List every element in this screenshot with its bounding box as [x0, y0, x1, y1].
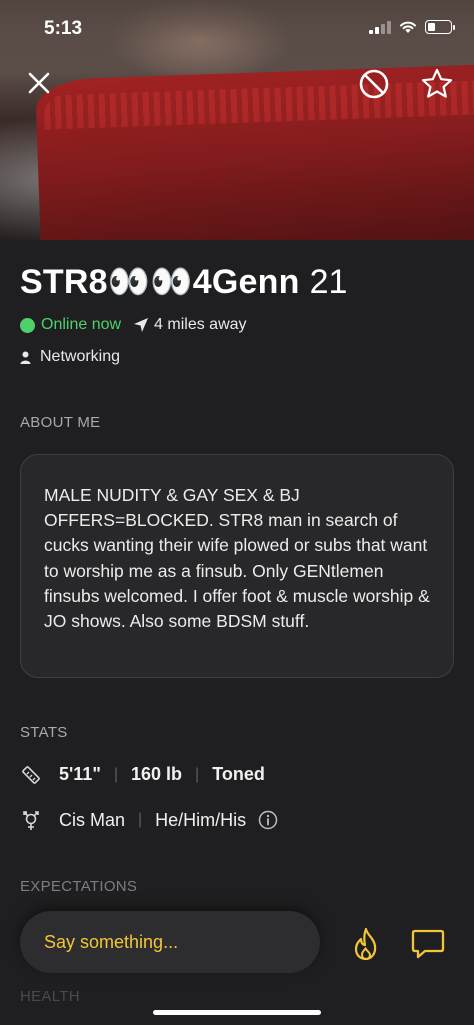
identity-stats-row: Cis Man | He/Him/His [20, 809, 278, 831]
health-heading: HEALTH [20, 988, 80, 1005]
online-indicator [20, 317, 35, 333]
expectations-heading: EXPECTATIONS [20, 878, 138, 895]
star-icon [421, 68, 453, 98]
flame-icon [354, 927, 377, 961]
signal-icon [369, 20, 391, 34]
favorite-button[interactable] [419, 66, 455, 102]
status-icons [369, 20, 455, 34]
height-value: 5'11" [59, 764, 101, 784]
display-name: STR8👀👀4Genn [20, 263, 300, 301]
home-indicator [153, 1010, 321, 1015]
ruler-icon [20, 765, 42, 785]
body-stats-row: 5'11" | 160 lb | Toned [20, 764, 265, 785]
location-arrow-icon [133, 317, 149, 333]
close-icon [28, 72, 50, 94]
distance: 4 miles away [154, 316, 247, 333]
chat-icon [411, 929, 445, 959]
profile-header: STR8👀👀4Genn 21 [20, 262, 347, 302]
chat-button[interactable] [408, 924, 448, 964]
wifi-icon [400, 21, 416, 33]
pronouns-value: He/Him/His [155, 809, 247, 830]
presence-row: Online now 4 miles away [20, 316, 247, 334]
gender-icon [20, 809, 42, 831]
message-placeholder: Say something... [44, 931, 179, 952]
message-input[interactable]: Say something... [20, 911, 320, 973]
divider: | [113, 765, 119, 783]
about-text: MALE NUDITY & GAY SEX & BJ OFFERS=BLOCKE… [44, 485, 430, 632]
divider: | [138, 811, 143, 828]
age: 21 [309, 263, 348, 301]
block-icon [359, 69, 389, 99]
online-status: Online now [41, 316, 122, 333]
looking-for-row: Networking [20, 348, 120, 366]
battery-icon [425, 20, 455, 34]
status-bar: 5:13 [0, 0, 474, 56]
status-time: 5:13 [44, 18, 83, 39]
about-card: MALE NUDITY & GAY SEX & BJ OFFERS=BLOCKE… [20, 454, 454, 678]
looking-for: Networking [40, 348, 121, 365]
about-heading: ABOUT ME [20, 414, 101, 431]
block-button[interactable] [356, 66, 392, 102]
tap-button[interactable] [346, 924, 386, 964]
gender-value: Cis Man [59, 809, 126, 830]
divider: | [195, 765, 200, 783]
weight-value: 160 lb [131, 764, 183, 784]
body-type-value: Toned [212, 764, 265, 784]
person-icon [20, 351, 31, 364]
stats-heading: STATS [20, 724, 68, 741]
info-icon[interactable] [258, 810, 278, 830]
close-button[interactable] [22, 66, 56, 100]
